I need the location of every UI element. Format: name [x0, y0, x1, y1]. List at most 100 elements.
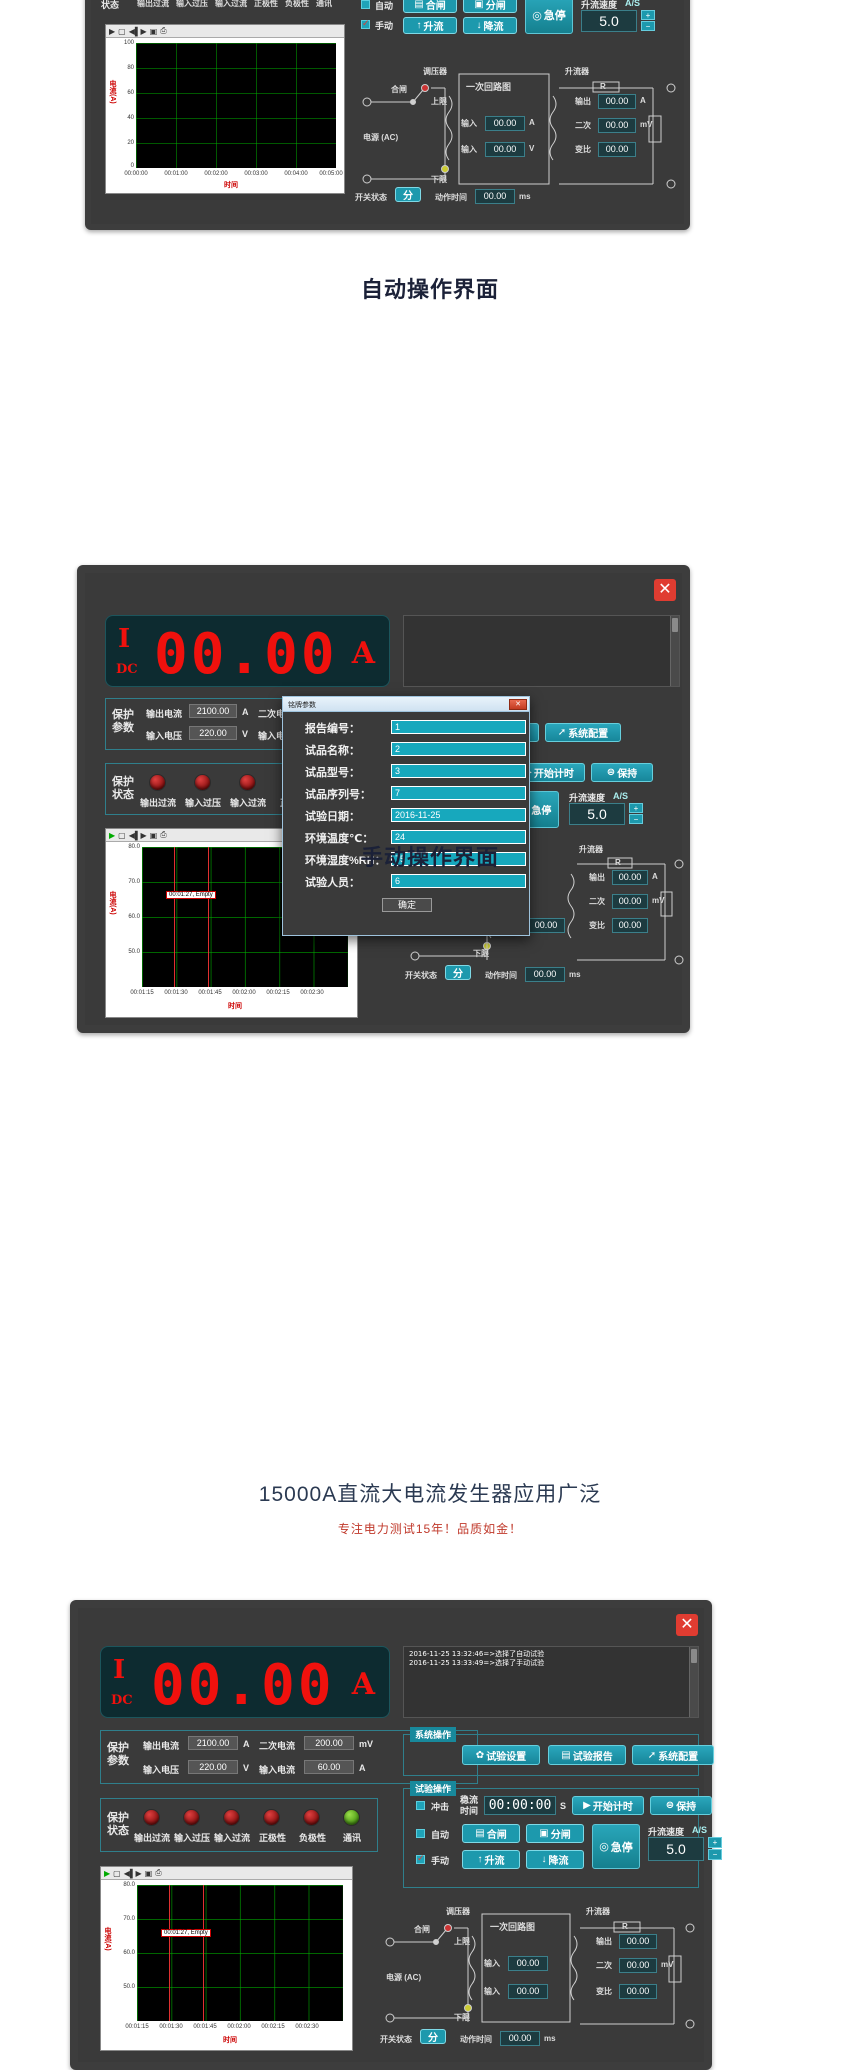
nameplate-dialog[interactable]: 铭牌参数 ✕ 报告编号： 1 试品名称： 2 试品型号： 3 试品序列号： 7 …	[282, 696, 530, 936]
stop-icon[interactable]: ▢	[118, 831, 126, 840]
event-log[interactable]	[403, 615, 680, 687]
rate-stepper[interactable]: + −	[641, 10, 655, 32]
chart-toolbar[interactable]: ▶ ▢ ◀▌▶ ▣ ⎙	[101, 1867, 352, 1880]
manual-panel: ✕ I DC 00.00 A 2016-11-25 13:32:46=>选择了自…	[70, 1600, 722, 2070]
tester-input[interactable]: 6	[391, 874, 526, 888]
auto-checkbox[interactable]	[416, 1829, 425, 1838]
xtick: 00:01:30	[159, 2024, 183, 2030]
in-current-value[interactable]: 60.00	[304, 1760, 354, 1774]
manual-chart[interactable]: ▶ ▢ ◀▌▶ ▣ ⎙ 电流(A) 00:01:27, Empty 80.0 7…	[100, 1866, 353, 2051]
status-led-positive	[263, 1809, 280, 1826]
system-config-label: 系统配置	[568, 729, 609, 740]
field-label: 试验日期：	[305, 811, 360, 823]
sample-serial-input[interactable]: 7	[391, 786, 526, 800]
print-icon[interactable]: ⎙	[160, 26, 166, 36]
in-voltage-value[interactable]: 220.00	[189, 726, 237, 740]
arrow-up-icon: ↑	[416, 20, 422, 31]
step-icon[interactable]: ◀▌▶	[129, 27, 147, 36]
protect-title-l1: 保护	[112, 709, 134, 721]
report-number-input[interactable]: 1	[391, 720, 526, 734]
ytick: 60.0	[128, 914, 140, 920]
chart-toolbar[interactable]: ▶ ▢ ◀▌▶ ▣ ⎙	[106, 25, 344, 38]
rate-stepper[interactable]: + −	[629, 803, 643, 825]
led-dc-label: DC	[116, 662, 138, 677]
out-current-value[interactable]: 2100.00	[189, 704, 237, 718]
step-icon[interactable]: ◀▌▶	[124, 1869, 142, 1878]
dialog-ok-button[interactable]: 确定	[382, 898, 432, 912]
dialog-close-button[interactable]: ✕	[509, 699, 527, 710]
start-timer-button[interactable]: ▶ 开始计时	[572, 1796, 644, 1815]
hold-button[interactable]: ⊜ 保持	[650, 1796, 712, 1815]
in-voltage-value[interactable]: 220.00	[188, 1760, 238, 1774]
raise-current-button[interactable]: ↑ 升流	[403, 17, 457, 34]
close-switch-button[interactable]: ▤ 合闸	[462, 1824, 520, 1843]
lower-current-button[interactable]: ↓ 降流	[526, 1850, 584, 1869]
dialog-field-row: 试验人员： 6	[283, 874, 529, 896]
out-current-label: 输出电流	[143, 1741, 180, 1751]
estop-icon: ◎	[599, 1841, 609, 1853]
sec-current-value[interactable]: 200.00	[304, 1736, 354, 1750]
print-icon[interactable]: ⎙	[155, 1868, 161, 1878]
out-current-unit: A	[243, 1739, 250, 1749]
play-icon[interactable]: ▶	[109, 27, 115, 36]
rate-stepper[interactable]: + −	[708, 1837, 722, 1861]
auto-checkbox[interactable]	[361, 0, 370, 9]
hold-label: 保持	[617, 769, 638, 780]
status-led-in-overvoltage	[194, 774, 211, 791]
open-switch-button[interactable]: ▣ 分闸	[463, 0, 517, 13]
play-icon[interactable]: ▶	[104, 1869, 110, 1878]
dialog-field-row: 试验日期： 2016-11-25	[283, 808, 529, 830]
system-ops-label: 系统操作	[410, 1727, 457, 1742]
in-current-label: 输入电流	[259, 1765, 296, 1775]
lower-current-button[interactable]: ↓ 降流	[463, 17, 517, 34]
open-switch-button[interactable]: ▣ 分闸	[526, 1824, 584, 1843]
led-unit: A	[351, 1667, 375, 1702]
log-scrollbar[interactable]	[689, 1647, 698, 1717]
emergency-stop-button[interactable]: ◎ 急停	[525, 0, 573, 34]
status-label: 正极性	[254, 0, 278, 8]
stop-icon[interactable]: ▢	[113, 1869, 121, 1878]
system-config-button[interactable]: ➚ 系统配置	[545, 723, 621, 742]
step-icon[interactable]: ◀▌▶	[129, 831, 147, 840]
timer-display[interactable]: 00:00:00	[484, 1796, 556, 1815]
manual-checkbox[interactable]	[361, 18, 370, 29]
in-voltage-label: 输入电压	[143, 1765, 180, 1775]
stop-icon[interactable]: ▢	[118, 27, 126, 36]
log-scrollbar[interactable]	[670, 616, 679, 686]
dialog-titlebar[interactable]: 铭牌参数 ✕	[283, 697, 529, 712]
play-icon[interactable]: ▶	[109, 831, 115, 840]
xtick: 00:04:00	[284, 171, 308, 177]
test-date-input[interactable]: 2016-11-25	[391, 808, 526, 822]
impulse-label: 冲击	[431, 1802, 450, 1812]
test-settings-button[interactable]: ✿ 试验设置	[462, 1745, 540, 1765]
rate-value[interactable]: 5.0	[648, 1837, 704, 1861]
system-config-button[interactable]: ➚ 系统配置	[632, 1745, 714, 1765]
protect-title-l2: 参数	[107, 1755, 129, 1767]
xtick: 00:02:30	[295, 2024, 319, 2030]
close-button[interactable]: ✕	[676, 1614, 698, 1636]
emergency-stop-button[interactable]: ◎ 急停	[592, 1824, 640, 1869]
close-switch-label: 合闸	[486, 1830, 507, 1841]
raise-current-button[interactable]: ↑ 升流	[462, 1850, 520, 1869]
field-label: 试品序列号：	[305, 789, 371, 801]
status-label: 输出过流	[137, 0, 169, 8]
rate-value[interactable]: 5.0	[581, 10, 637, 32]
save-icon[interactable]: ▣	[145, 1869, 153, 1878]
manual-checkbox[interactable]	[416, 1853, 425, 1864]
report-icon: ▤	[561, 1749, 571, 1761]
impulse-checkbox[interactable]	[416, 1801, 425, 1810]
sample-name-input[interactable]: 2	[391, 742, 526, 756]
save-icon[interactable]: ▣	[150, 27, 158, 36]
hold-button[interactable]: ⊜ 保持	[591, 763, 653, 782]
save-icon[interactable]: ▣	[150, 831, 158, 840]
test-report-button[interactable]: ▤ 试验报告	[548, 1745, 626, 1765]
ytick: 50.0	[123, 1984, 135, 1990]
close-button[interactable]: ✕	[654, 579, 676, 601]
top-chart[interactable]: ▶ ▢ ◀▌▶ ▣ ⎙ 电流(A) 100 80 60 40 20 0 00:0…	[105, 24, 345, 194]
close-switch-button[interactable]: ▤ 合闸	[403, 0, 457, 13]
rate-value[interactable]: 5.0	[569, 803, 625, 825]
out-current-value[interactable]: 2100.00	[188, 1736, 238, 1750]
sample-model-input[interactable]: 3	[391, 764, 526, 778]
event-log[interactable]: 2016-11-25 13:32:46=>选择了自动试验 2016-11-25 …	[403, 1646, 699, 1718]
print-icon[interactable]: ⎙	[160, 830, 166, 840]
